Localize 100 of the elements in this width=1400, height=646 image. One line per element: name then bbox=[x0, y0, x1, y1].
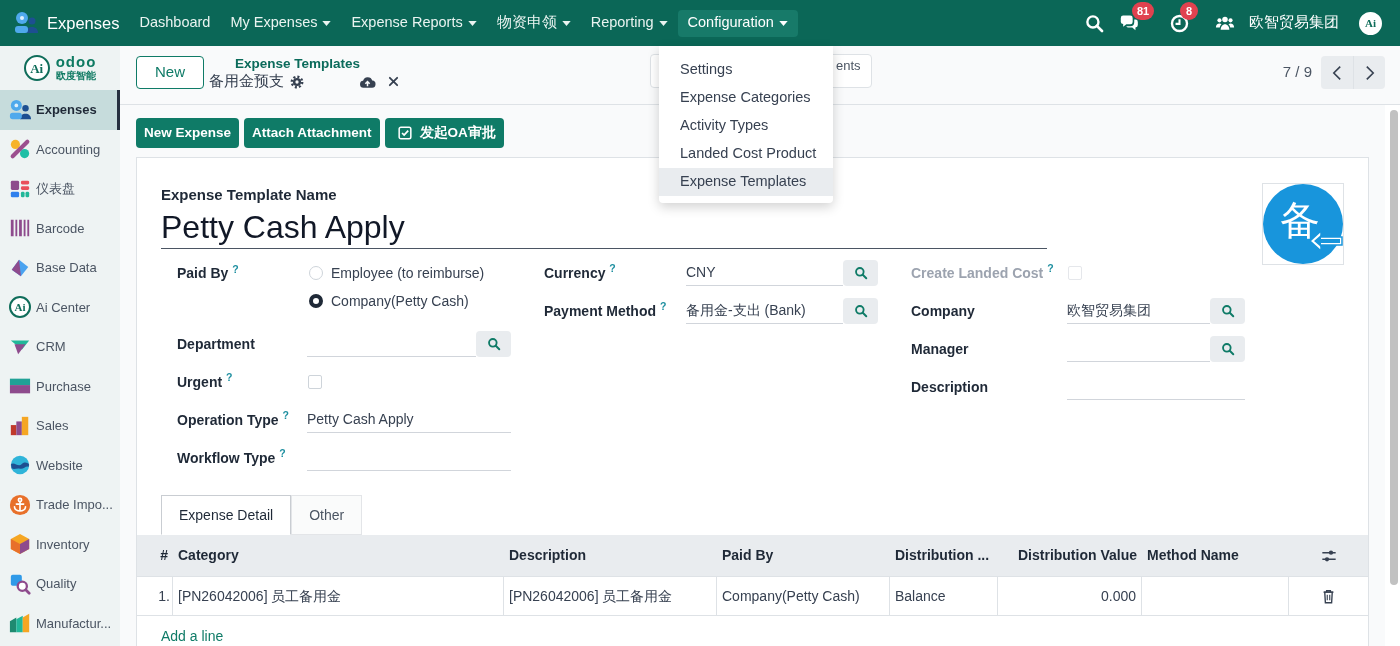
field-label: Description bbox=[911, 377, 989, 397]
gear-icon[interactable] bbox=[290, 74, 304, 89]
sidebar-item[interactable]: Ai Ai Center bbox=[0, 287, 120, 327]
field-label: Create Landed Cost $^{?}$ bbox=[911, 262, 1055, 283]
dropdown-item[interactable]: Expense Categories bbox=[659, 84, 833, 112]
search-button[interactable] bbox=[1210, 336, 1245, 362]
person-coin-icon bbox=[14, 11, 38, 35]
bar-chart-icon bbox=[9, 414, 31, 437]
scrollbar-thumb[interactable] bbox=[1390, 110, 1398, 585]
sidebar-item[interactable]: Accounting bbox=[0, 129, 120, 169]
image-character: 备 bbox=[1280, 200, 1320, 240]
action-button[interactable]: Attach Attachment bbox=[244, 118, 380, 148]
title-field[interactable]: Petty Cash Apply bbox=[161, 205, 1047, 249]
field-label: Workflow Type $^{?}$ bbox=[177, 447, 287, 468]
cloud-upload-icon[interactable] bbox=[359, 74, 376, 89]
search-button[interactable] bbox=[1210, 298, 1245, 324]
sidebar-item[interactable]: Purchase bbox=[0, 366, 120, 406]
dropdown-item[interactable]: Landed Cost Product bbox=[659, 140, 833, 168]
input-field[interactable]: Petty Cash Apply bbox=[307, 407, 511, 433]
search-icon bbox=[853, 266, 868, 280]
nav-menu-item[interactable]: Expense Reports bbox=[341, 9, 487, 37]
column-header[interactable]: Distribution ... bbox=[890, 535, 998, 576]
sidebar-item[interactable]: Manufactur... bbox=[0, 603, 120, 643]
sliders-icon[interactable] bbox=[1320, 548, 1337, 563]
anchor-icon bbox=[9, 493, 31, 516]
action-button[interactable]: New Expense bbox=[136, 118, 240, 148]
add-line-link[interactable]: Add a line bbox=[161, 625, 224, 646]
input-field[interactable]: CNY bbox=[686, 260, 843, 286]
person-coin-icon bbox=[9, 98, 31, 121]
column-header[interactable]: Method Name bbox=[1142, 535, 1289, 576]
nav-menu-item[interactable]: Reporting bbox=[580, 9, 678, 37]
count-badge: 8 bbox=[1180, 1, 1198, 20]
field-label: Operation Type $^{?}$ bbox=[177, 409, 290, 430]
dropdown-item[interactable]: Activity Types bbox=[659, 112, 833, 140]
sidebar-item[interactable]: Trade Impo... bbox=[0, 485, 120, 525]
shapes-icon bbox=[9, 138, 31, 161]
search-button[interactable] bbox=[843, 298, 878, 324]
nav-menu-item[interactable]: 物资申领 bbox=[486, 9, 581, 37]
sidebar-item[interactable]: Inventory bbox=[0, 524, 120, 564]
magnifier-square-icon bbox=[9, 572, 31, 595]
sidebar-item[interactable]: 仪表盘 bbox=[0, 169, 120, 209]
input-field[interactable]: 备用金-支出 (Bank) bbox=[686, 298, 843, 324]
table-cell: [PN26042006] 员工备用金 bbox=[173, 577, 504, 615]
sidebar-item[interactable]: Barcode bbox=[0, 208, 120, 248]
checkbox[interactable] bbox=[308, 375, 322, 389]
sidebar-item[interactable]: Website bbox=[0, 445, 120, 485]
field-label: Department bbox=[177, 334, 256, 354]
company-switcher[interactable]: 欧智贸易集团 bbox=[1249, 12, 1339, 34]
logo-wordmark: odoo bbox=[55, 54, 97, 69]
sidebar-item[interactable]: Base Data bbox=[0, 248, 120, 288]
check-square-icon bbox=[397, 126, 412, 140]
cube-icon bbox=[9, 533, 31, 556]
search-icon bbox=[1220, 342, 1235, 356]
field-label: Company bbox=[911, 301, 976, 321]
field-label: Paid By $^{?}$ bbox=[177, 261, 240, 283]
record-name: 备用金预支 bbox=[209, 71, 284, 91]
dropdown-item[interactable]: Settings bbox=[659, 56, 833, 84]
radio-option[interactable]: Employee (to reimburse) bbox=[307, 259, 511, 287]
search-icon bbox=[853, 304, 868, 318]
next-button[interactable] bbox=[1353, 56, 1385, 89]
column-header[interactable]: Distribution Value bbox=[998, 535, 1142, 576]
table-cell: Company(Petty Cash) bbox=[717, 577, 890, 615]
tab[interactable]: Other bbox=[291, 495, 363, 535]
tab[interactable]: Expense Detail bbox=[161, 495, 292, 535]
trash-icon[interactable] bbox=[1322, 588, 1335, 604]
field-label: Urgent $^{?}$ bbox=[177, 371, 234, 392]
user-avatar[interactable]: Ai bbox=[1359, 11, 1382, 35]
field-label: Currency $^{?}$ bbox=[544, 262, 617, 283]
search-button[interactable] bbox=[843, 260, 878, 286]
radio-option[interactable]: Company(Petty Cash) bbox=[307, 287, 511, 315]
ai-logo: Ai bbox=[23, 55, 50, 81]
dropdown-item[interactable]: Expense Templates bbox=[659, 168, 833, 196]
sidebar-item[interactable]: CRM bbox=[0, 327, 120, 367]
column-header[interactable]: # bbox=[137, 535, 173, 576]
nav-menu-item[interactable]: My Expenses bbox=[220, 9, 342, 37]
column-header[interactable]: Paid By bbox=[717, 535, 890, 576]
nav-menu-item[interactable]: Configuration bbox=[677, 9, 798, 37]
sidebar-item[interactable]: Expenses bbox=[0, 90, 120, 130]
search-button[interactable] bbox=[476, 331, 511, 357]
search-icon bbox=[486, 337, 501, 351]
ai-logo: Ai bbox=[9, 296, 31, 319]
clock-icon[interactable] bbox=[1170, 13, 1189, 33]
previous-button[interactable] bbox=[1321, 56, 1353, 89]
new-button[interactable]: New bbox=[136, 56, 204, 89]
sidebar-item[interactable]: Quality bbox=[0, 564, 120, 604]
count-badge: 81 bbox=[1132, 1, 1155, 20]
column-header[interactable]: Description bbox=[504, 535, 717, 576]
nav-menu-item[interactable]: Dashboard bbox=[129, 9, 221, 37]
field-label: Manager bbox=[911, 339, 970, 359]
column-header[interactable]: Category bbox=[173, 535, 504, 576]
breadcrumb-link[interactable]: Expense Templates bbox=[235, 56, 361, 72]
radio-icon[interactable] bbox=[309, 294, 323, 308]
field-label: Payment Method $^{?}$ bbox=[544, 300, 668, 321]
sidebar-item[interactable]: Sales bbox=[0, 406, 120, 446]
pager-value[interactable]: 7 / 9 bbox=[1282, 61, 1312, 84]
close-icon[interactable] bbox=[388, 76, 399, 87]
logo-subtitle: 欧度智能 bbox=[55, 68, 97, 82]
search-icon bbox=[1220, 304, 1235, 318]
search-icon[interactable] bbox=[1085, 13, 1104, 33]
action-button[interactable]: 发起OA审批 bbox=[384, 118, 504, 148]
